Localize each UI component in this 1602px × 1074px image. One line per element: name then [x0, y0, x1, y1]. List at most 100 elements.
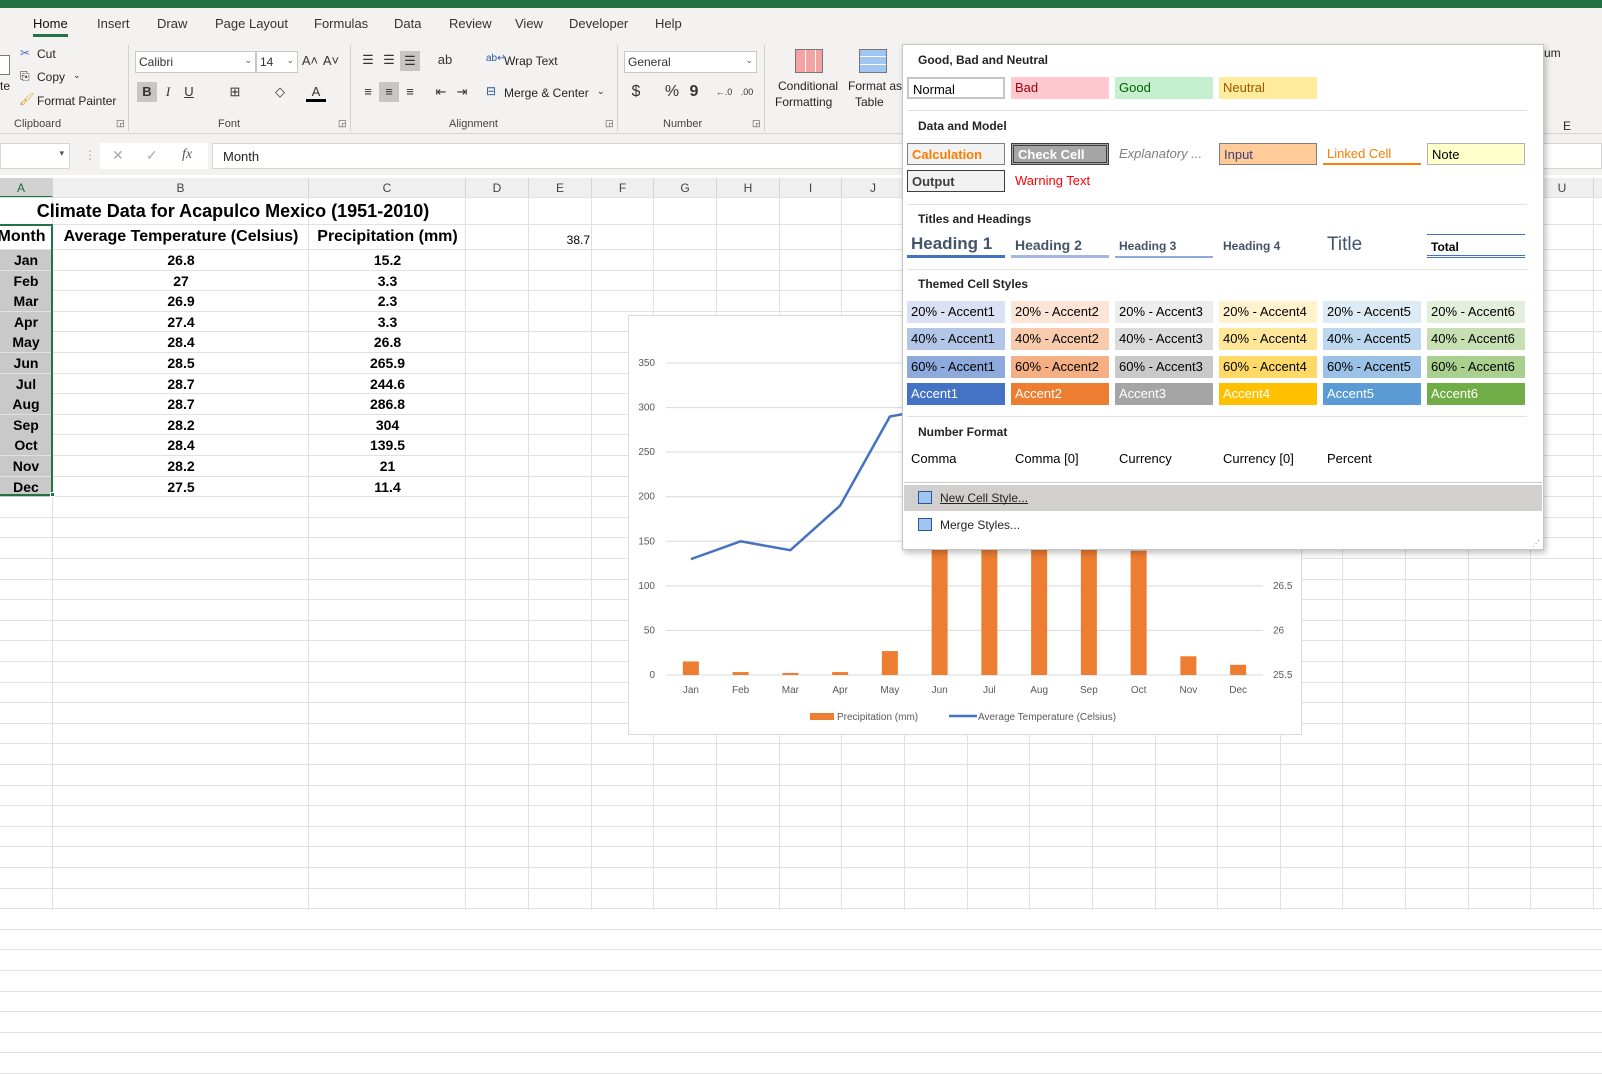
style-comma[interactable]: Comma [907, 448, 1005, 470]
fill-handle[interactable] [50, 492, 55, 497]
style-40-accent6[interactable]: 40% - Accent6 [1427, 328, 1525, 350]
align-top-icon[interactable]: ☰ [358, 50, 378, 70]
style-title[interactable]: Title [1323, 234, 1421, 258]
data-cell[interactable]: 27.4 [53, 314, 309, 330]
data-cell[interactable]: 2.3 [309, 293, 466, 309]
style-warning-text[interactable]: Warning Text [1011, 170, 1109, 192]
column-header-B[interactable]: B [53, 178, 309, 198]
data-cell[interactable]: 26.9 [53, 293, 309, 309]
tab-insert[interactable]: Insert [97, 16, 130, 31]
style-heading-1[interactable]: Heading 1 [907, 234, 1005, 258]
style-60-accent5[interactable]: 60% - Accent5 [1323, 356, 1421, 378]
data-cell[interactable]: 3.3 [309, 273, 466, 289]
comma-style-button[interactable]: 9 [684, 82, 704, 102]
format-painter-button[interactable]: Format Painter [37, 94, 116, 108]
new-cell-style-menu-item[interactable]: New Cell Style... [904, 485, 1542, 511]
font-name-select[interactable]: Calibri ⌄ [135, 51, 256, 73]
dialog-launcher-icon[interactable]: ◲ [605, 118, 614, 129]
style-20-accent1[interactable]: 20% - Accent1 [907, 301, 1005, 323]
data-cell[interactable]: 265.9 [309, 355, 466, 371]
currency-button[interactable]: $ [626, 82, 646, 102]
align-right-icon[interactable]: ≡ [400, 82, 420, 102]
data-cell[interactable]: 28.4 [53, 437, 309, 453]
conditional-formatting-label[interactable]: Formatting [775, 95, 832, 109]
data-cell[interactable]: 3.3 [309, 314, 466, 330]
data-cell[interactable]: 26.8 [53, 252, 309, 268]
number-format-select[interactable]: General ⌄ [624, 51, 757, 73]
header-cell[interactable]: Precipitation (mm) [309, 228, 466, 246]
data-cell[interactable]: 28.2 [53, 458, 309, 474]
style-40-accent4[interactable]: 40% - Accent4 [1219, 328, 1317, 350]
tab-draw[interactable]: Draw [157, 16, 187, 31]
cancel-icon[interactable]: ✕ [112, 147, 124, 164]
style-explanatory-[interactable]: Explanatory ... [1115, 143, 1213, 165]
bold-button[interactable]: B [137, 82, 157, 102]
tab-review[interactable]: Review [449, 16, 492, 31]
style-percent[interactable]: Percent [1323, 448, 1421, 470]
style-check-cell[interactable]: Check Cell [1011, 143, 1109, 165]
increase-indent-icon[interactable]: ⇥ [452, 82, 472, 102]
column-header-J[interactable]: J [842, 178, 905, 198]
chevron-down-icon[interactable]: ⌄ [73, 70, 81, 81]
style-accent4[interactable]: Accent4 [1219, 383, 1317, 405]
data-cell[interactable]: 21 [309, 458, 466, 474]
style-40-accent2[interactable]: 40% - Accent2 [1011, 328, 1109, 350]
dialog-launcher-icon[interactable]: ◲ [338, 118, 347, 129]
style-40-accent1[interactable]: 40% - Accent1 [907, 328, 1005, 350]
chevron-down-icon[interactable]: ⌄ [597, 86, 605, 97]
increase-font-icon[interactable]: A˄ [300, 51, 320, 71]
column-header-I[interactable]: I [780, 178, 842, 198]
style-input[interactable]: Input [1219, 143, 1317, 165]
data-cell[interactable]: 27 [53, 273, 309, 289]
style-60-accent6[interactable]: 60% - Accent6 [1427, 356, 1525, 378]
style-accent6[interactable]: Accent6 [1427, 383, 1525, 405]
cell-E2[interactable]: 38.7 [529, 233, 590, 247]
style-20-accent4[interactable]: 20% - Accent4 [1219, 301, 1317, 323]
paste-button-label[interactable]: te [0, 79, 10, 93]
decrease-decimal-icon[interactable]: .00 [737, 82, 757, 102]
style-60-accent4[interactable]: 60% - Accent4 [1219, 356, 1317, 378]
style-accent1[interactable]: Accent1 [907, 383, 1005, 405]
name-box[interactable]: ▾ [0, 143, 70, 169]
style-20-accent5[interactable]: 20% - Accent5 [1323, 301, 1421, 323]
data-cell[interactable]: 28.7 [53, 376, 309, 392]
style-20-accent6[interactable]: 20% - Accent6 [1427, 301, 1525, 323]
style-40-accent3[interactable]: 40% - Accent3 [1115, 328, 1213, 350]
wrap-text-button[interactable]: Wrap Text [504, 54, 558, 68]
borders-icon[interactable]: ⊞ [225, 82, 245, 102]
style-60-accent2[interactable]: 60% - Accent2 [1011, 356, 1109, 378]
style-accent5[interactable]: Accent5 [1323, 383, 1421, 405]
style-heading-4[interactable]: Heading 4 [1219, 234, 1317, 258]
tab-home[interactable]: Home [33, 16, 68, 37]
data-cell[interactable]: 28.2 [53, 417, 309, 433]
cut-button[interactable]: Cut [37, 47, 56, 61]
autosum-label[interactable]: um [1544, 46, 1561, 60]
orientation-icon[interactable]: ab [435, 50, 455, 70]
style-20-accent2[interactable]: 20% - Accent2 [1011, 301, 1109, 323]
data-cell[interactable]: 244.6 [309, 376, 466, 392]
style-good[interactable]: Good [1115, 77, 1213, 99]
merge-styles-menu-item[interactable]: Merge Styles... [904, 512, 1542, 538]
style-calculation[interactable]: Calculation [907, 143, 1005, 165]
font-color-icon[interactable]: A [306, 82, 326, 102]
dialog-launcher-icon[interactable]: ◲ [116, 118, 125, 129]
style-accent3[interactable]: Accent3 [1115, 383, 1213, 405]
enter-icon[interactable]: ✓ [146, 147, 158, 164]
style-normal[interactable]: Normal [907, 77, 1005, 99]
column-header-D[interactable]: D [466, 178, 529, 198]
insert-function-icon[interactable]: fx [182, 147, 192, 163]
style-note[interactable]: Note [1427, 143, 1525, 165]
italic-button[interactable]: I [158, 82, 178, 102]
tab-data[interactable]: Data [394, 16, 421, 31]
style-bad[interactable]: Bad [1011, 77, 1109, 99]
style-60-accent1[interactable]: 60% - Accent1 [907, 356, 1005, 378]
data-cell[interactable]: 15.2 [309, 252, 466, 268]
increase-decimal-icon[interactable]: ←.0 [714, 82, 734, 102]
style-currency-0-[interactable]: Currency [0] [1219, 448, 1317, 470]
merge-center-button[interactable]: Merge & Center [504, 86, 589, 100]
data-cell[interactable]: 139.5 [309, 437, 466, 453]
style-60-accent3[interactable]: 60% - Accent3 [1115, 356, 1213, 378]
align-bottom-icon[interactable]: ☰ [400, 51, 420, 71]
data-cell[interactable]: 304 [309, 417, 466, 433]
align-middle-icon[interactable]: ☰ [379, 50, 399, 70]
